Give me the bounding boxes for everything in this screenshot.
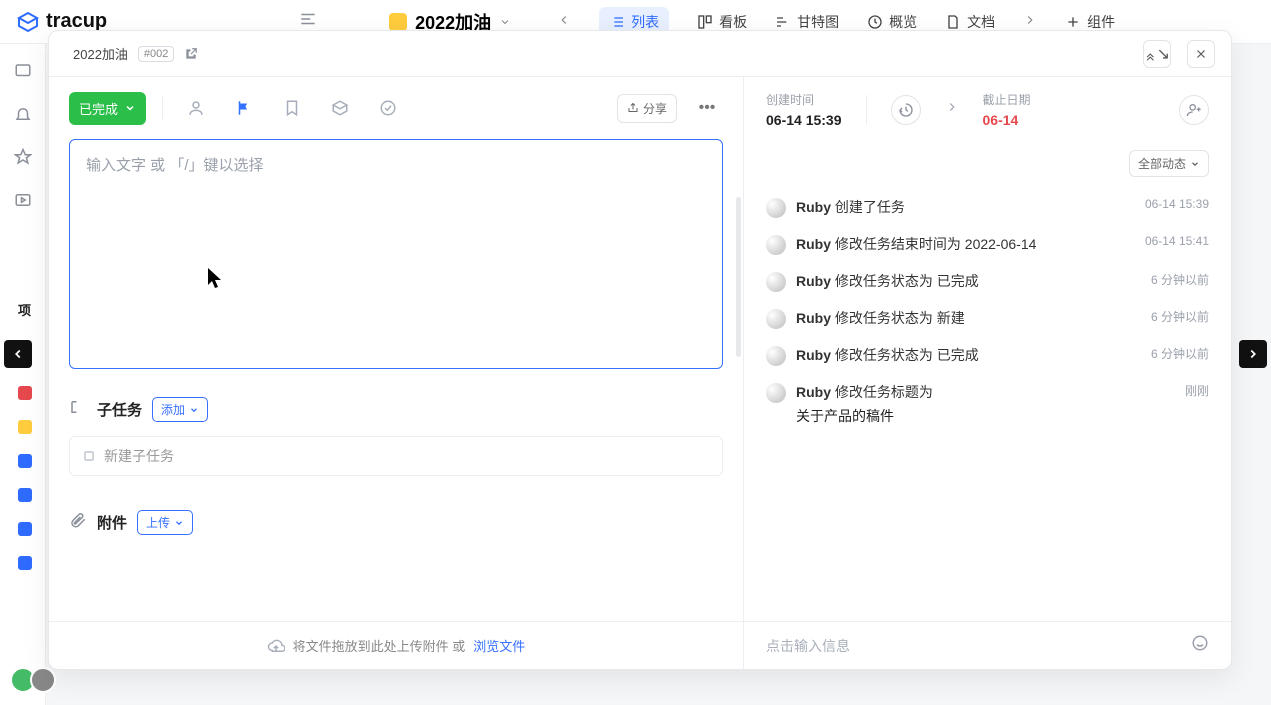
history-icon[interactable] xyxy=(891,95,921,125)
description-editor[interactable]: 输入文字 或 「/」键以选择 xyxy=(69,139,723,369)
avatar xyxy=(766,309,786,329)
nav-next-icon[interactable] xyxy=(1023,13,1037,30)
created-label: 创建时间 xyxy=(766,91,842,108)
drop-text: 将文件拖放到此处上传附件 或 xyxy=(293,636,466,655)
check-circle-icon[interactable] xyxy=(371,91,405,125)
module-icon[interactable] xyxy=(323,91,357,125)
avatar xyxy=(766,235,786,255)
minimize-icon[interactable]: ↘ xyxy=(1143,40,1171,68)
list-icon xyxy=(609,14,625,30)
nav-media-icon[interactable] xyxy=(14,191,32,214)
emoji-icon[interactable] xyxy=(1191,634,1209,657)
activity-timestamp: 6 分钟以前 xyxy=(1151,308,1209,325)
task-detail-modal: 2022加油 #002 ↘ 已完成 分享 xyxy=(48,30,1232,670)
cursor-icon xyxy=(206,266,226,296)
avatar xyxy=(766,198,786,218)
tab-board[interactable]: 看板 xyxy=(697,12,747,32)
project-swatch[interactable] xyxy=(18,386,32,400)
due-value[interactable]: 06-14 xyxy=(983,112,1031,128)
open-in-new-icon[interactable] xyxy=(184,47,198,61)
flag-icon[interactable] xyxy=(227,91,261,125)
share-button[interactable]: 分享 xyxy=(617,94,677,123)
date-next-icon[interactable] xyxy=(945,100,959,119)
new-subtask-input[interactable]: 新建子任务 xyxy=(69,436,723,476)
project-swatch[interactable] xyxy=(18,454,32,468)
plus-icon xyxy=(1065,14,1081,30)
activity-timestamp: 6 分钟以前 xyxy=(1151,345,1209,362)
tab-gantt[interactable]: 甘特图 xyxy=(775,12,839,32)
bookmark-icon[interactable] xyxy=(275,91,309,125)
attachment-icon xyxy=(69,511,87,534)
tab-overview[interactable]: 概览 xyxy=(867,12,917,32)
add-subtask-button[interactable]: 添加 xyxy=(152,397,208,422)
member-avatars[interactable] xyxy=(16,667,56,693)
nav-prev-icon[interactable] xyxy=(557,13,571,30)
add-member-icon[interactable] xyxy=(1179,95,1209,125)
assignee-icon[interactable] xyxy=(179,91,213,125)
activity-item: Ruby 创建了任务 06-14 15:39 xyxy=(766,189,1209,226)
tab-plugin[interactable]: 组件 xyxy=(1065,12,1115,32)
chevron-down-icon xyxy=(499,16,511,28)
activity-item: Ruby 修改任务状态为 新建 6 分钟以前 xyxy=(766,300,1209,337)
gantt-icon xyxy=(775,14,791,30)
checkbox-icon xyxy=(84,451,94,461)
next-task-arrow[interactable] xyxy=(1239,340,1267,368)
nav-star-icon[interactable] xyxy=(14,148,32,171)
nav-notification-icon[interactable] xyxy=(14,105,32,128)
doc-icon xyxy=(945,14,961,30)
activity-timestamp: 06-14 15:41 xyxy=(1145,234,1209,248)
share-icon xyxy=(627,102,639,114)
chevron-down-icon xyxy=(1190,159,1200,169)
project-swatch[interactable] xyxy=(18,522,32,536)
activity-item: Ruby 修改任务结束时间为 2022-06-14 06-14 15:41 xyxy=(766,226,1209,263)
board-icon xyxy=(697,14,713,30)
browse-files-link[interactable]: 浏览文件 xyxy=(473,636,525,655)
activity-item: Ruby 修改任务状态为 已完成 6 分钟以前 xyxy=(766,337,1209,374)
chevron-down-icon xyxy=(174,518,184,528)
close-icon[interactable] xyxy=(1187,40,1215,68)
project-color-swatch xyxy=(389,13,407,31)
description-placeholder: 输入文字 或 「/」键以选择 xyxy=(86,157,264,174)
avatar xyxy=(766,346,786,366)
upload-button[interactable]: 上传 xyxy=(137,510,193,535)
attachments-title: 附件 xyxy=(97,512,127,533)
new-subtask-placeholder: 新建子任务 xyxy=(104,446,174,466)
project-swatch[interactable] xyxy=(18,556,32,570)
comment-input[interactable] xyxy=(766,638,1181,654)
clock-icon xyxy=(867,14,883,30)
avatar xyxy=(766,272,786,292)
activity-timestamp: 刚刚 xyxy=(1185,382,1209,399)
created-value: 06-14 15:39 xyxy=(766,112,842,128)
due-label: 截止日期 xyxy=(983,91,1031,108)
subtask-icon xyxy=(69,398,87,421)
chevron-down-icon xyxy=(189,405,199,415)
subtasks-title: 子任务 xyxy=(97,399,142,420)
avatar xyxy=(766,383,786,403)
cloud-upload-icon xyxy=(267,637,285,655)
status-button[interactable]: 已完成 xyxy=(69,92,146,125)
activity-item: Ruby 修改任务标题为关于产品的稿件 刚刚 xyxy=(766,374,1209,434)
more-icon[interactable]: ••• xyxy=(691,94,723,122)
activity-timestamp: 6 分钟以前 xyxy=(1151,271,1209,288)
nav-inbox-icon[interactable] xyxy=(14,62,32,85)
chevron-down-icon xyxy=(124,102,136,114)
task-code: #002 xyxy=(138,46,174,62)
activity-filter[interactable]: 全部动态 xyxy=(1129,150,1209,177)
activity-item: Ruby 修改任务状态为 已完成 6 分钟以前 xyxy=(766,263,1209,300)
status-label: 已完成 xyxy=(79,99,118,118)
project-swatch[interactable] xyxy=(18,488,32,502)
activity-timestamp: 06-14 15:39 xyxy=(1145,197,1209,211)
attachment-dropzone[interactable]: 将文件拖放到此处上传附件 或 浏览文件 xyxy=(49,621,743,669)
sidebar-project-label: 项 xyxy=(18,300,31,319)
project-swatch[interactable] xyxy=(18,420,32,434)
prev-task-arrow[interactable] xyxy=(4,340,32,368)
breadcrumb[interactable]: 2022加油 xyxy=(73,44,128,63)
tab-docs[interactable]: 文档 xyxy=(945,12,995,32)
